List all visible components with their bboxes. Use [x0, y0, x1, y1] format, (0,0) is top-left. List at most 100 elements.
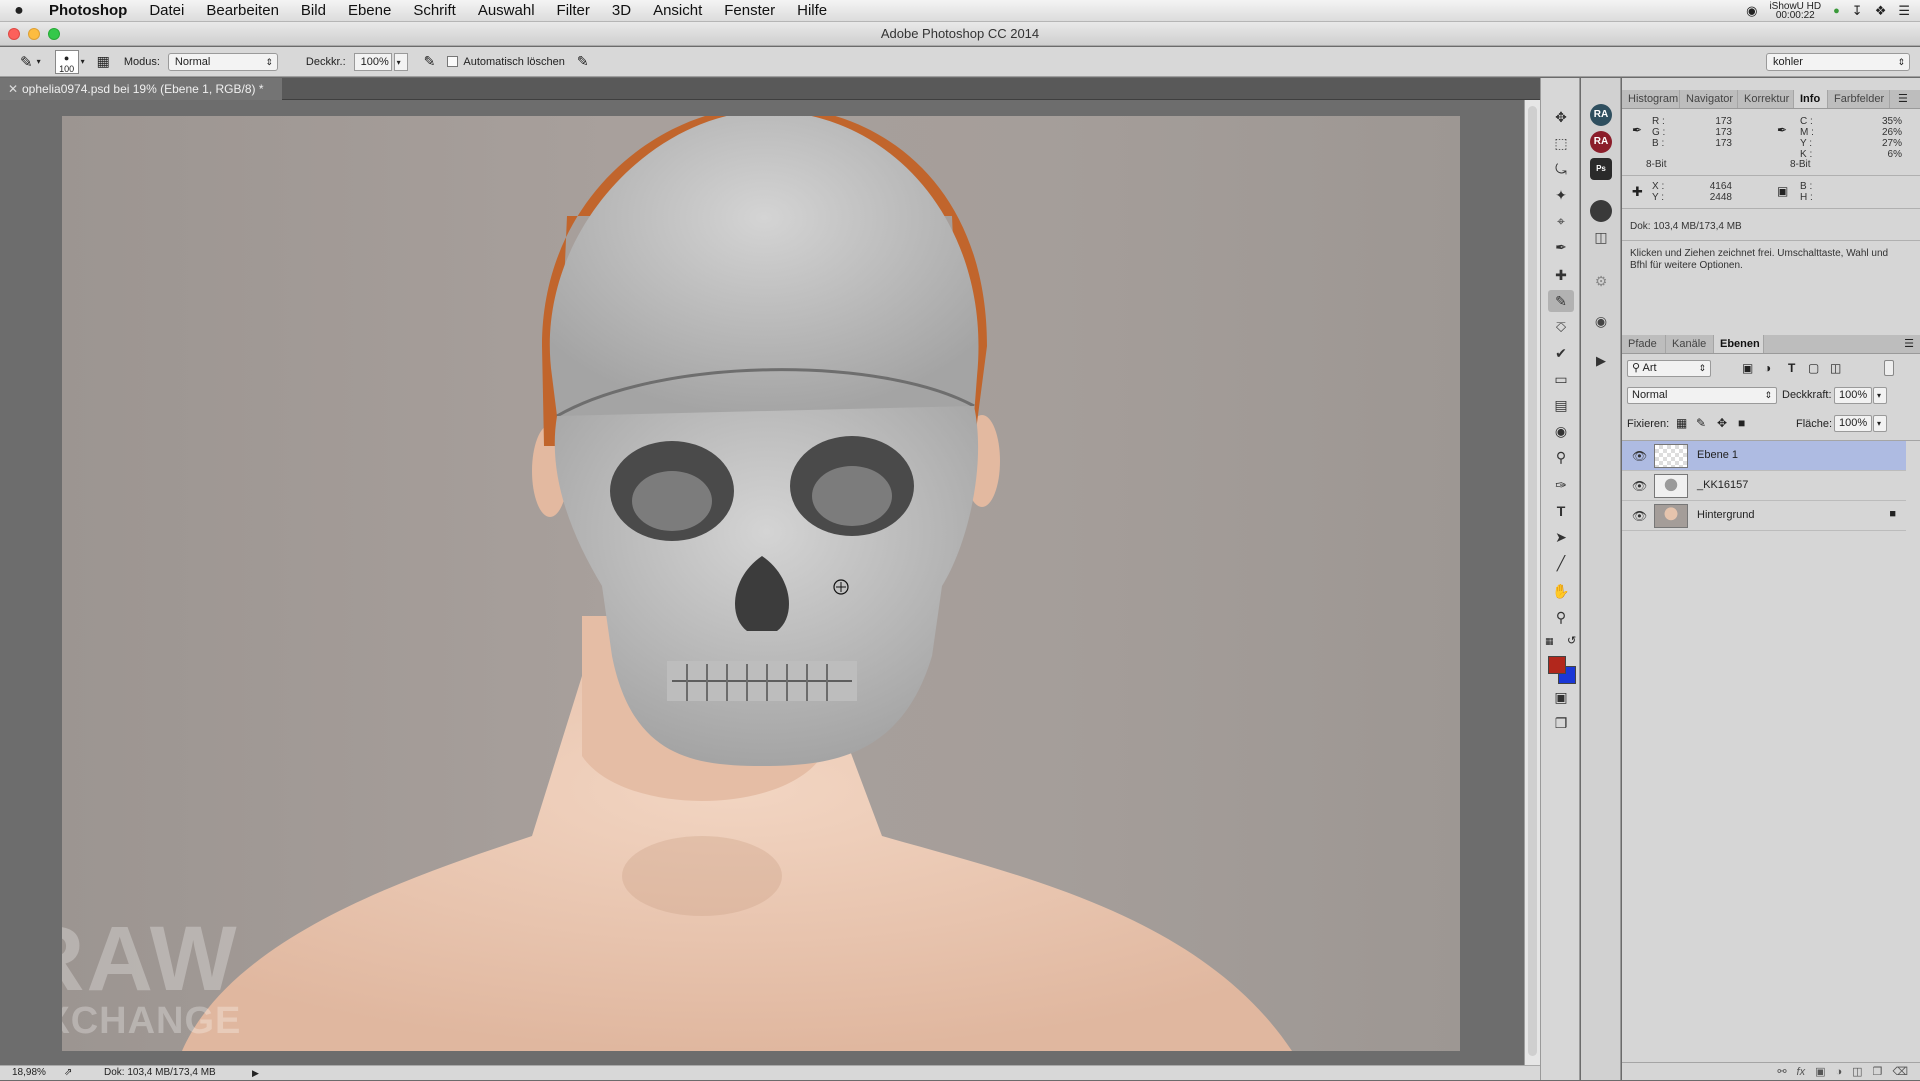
tab-korrektur[interactable]: Korrektur	[1738, 90, 1794, 108]
share-icon[interactable]: ⇗	[64, 1066, 72, 1080]
recorder-status[interactable]: iShowU HD 00:00:22	[1769, 2, 1821, 21]
tab-ebenen[interactable]: Ebenen	[1714, 335, 1764, 353]
download-icon[interactable]: ↧	[1852, 3, 1863, 19]
quick-selection-tool[interactable]: ✦	[1548, 184, 1574, 206]
adjustment-layer-icon[interactable]: ◑	[1836, 1063, 1843, 1080]
creative-cloud-library-icon[interactable]: ◉	[1590, 310, 1612, 332]
document-tab[interactable]: ✕ ophelia0974.psd bei 19% (Ebene 1, RGB/…	[0, 78, 282, 100]
healing-brush-tool[interactable]: ✚	[1548, 264, 1574, 286]
brush-size-picker[interactable]: ● 100	[54, 49, 79, 74]
photoshop-extension-icon[interactable]: Ps	[1590, 158, 1612, 180]
lock-transparency-icon[interactable]: ▦	[1676, 416, 1687, 430]
canvas-vertical-scrollbar[interactable]	[1524, 100, 1540, 1065]
gradient-tool[interactable]: ▤	[1548, 394, 1574, 416]
clone-stamp-tool[interactable]: ⎏	[1548, 316, 1574, 338]
layer-fill-dropdown[interactable]: ▾	[1873, 415, 1887, 432]
default-colors-icon[interactable]: ▦	[1545, 636, 1554, 647]
layer-filter-select[interactable]: ⚲ Art ⇕	[1627, 360, 1711, 377]
record-dot-icon[interactable]: ●	[1833, 5, 1840, 17]
history-brush-tool[interactable]: ✔	[1548, 342, 1574, 364]
preset-dropdown-icon[interactable]: ▾	[37, 57, 41, 66]
screen-mode-button[interactable]: ❐	[1548, 712, 1574, 734]
tablet-pressure-icon[interactable]: ✎	[577, 53, 589, 70]
move-tool[interactable]: ✥	[1548, 106, 1574, 128]
menu-filter[interactable]: Filter	[546, 0, 601, 22]
scrollbar-thumb[interactable]	[1528, 106, 1537, 1056]
brush-panel-toggle-icon[interactable]: ▦	[97, 53, 110, 70]
eye-icon[interactable]: 👁	[1632, 509, 1647, 523]
workspace-select[interactable]: kohler ⇕	[1766, 52, 1910, 71]
menu-ebene[interactable]: Ebene	[337, 0, 402, 22]
swap-colors-icon[interactable]: ↺	[1567, 634, 1576, 647]
tab-navigator[interactable]: Navigator	[1680, 90, 1738, 108]
creative-cloud-icon[interactable]: ◉	[1746, 3, 1757, 19]
filter-shape-icon[interactable]: ▢	[1808, 361, 1819, 375]
line-tool[interactable]: ╱	[1548, 552, 1574, 574]
menu-ansicht[interactable]: Ansicht	[642, 0, 713, 22]
lasso-tool[interactable]: ⤿	[1548, 158, 1574, 180]
hand-tool[interactable]: ✋	[1548, 580, 1574, 602]
layer-style-icon[interactable]: fx	[1797, 1063, 1806, 1080]
eye-icon[interactable]: 👁	[1632, 449, 1647, 463]
filter-toggle-icon[interactable]	[1884, 360, 1894, 376]
layer-row[interactable]: 👁 _KK16157	[1622, 471, 1906, 501]
eraser-tool[interactable]: ▭	[1548, 368, 1574, 390]
crop-tool[interactable]: ⌖	[1548, 210, 1574, 232]
tab-kanaele[interactable]: Kanäle	[1666, 335, 1714, 353]
menu-datei[interactable]: Datei	[138, 0, 195, 22]
play-actions-icon[interactable]: ▶	[1590, 350, 1612, 372]
lock-all-icon[interactable]: ■	[1738, 416, 1745, 430]
layer-opacity-dropdown[interactable]: ▾	[1873, 387, 1887, 404]
layer-opacity-field[interactable]: 100%	[1834, 387, 1872, 404]
zoom-window-button[interactable]	[48, 28, 60, 40]
opacity-field[interactable]: 100%	[353, 52, 392, 71]
filter-smartobject-icon[interactable]: ◫	[1830, 361, 1841, 375]
path-selection-tool[interactable]: ➤	[1548, 526, 1574, 548]
zoom-level[interactable]: 18,98%	[12, 1066, 46, 1080]
marquee-tool[interactable]: ⬚	[1548, 132, 1574, 154]
menu-hilfe[interactable]: Hilfe	[786, 0, 838, 22]
eyedropper-tool[interactable]: ✒	[1548, 236, 1574, 258]
menu-bild[interactable]: Bild	[290, 0, 337, 22]
tab-farbfelder[interactable]: Farbfelder	[1828, 90, 1890, 108]
lock-pixels-icon[interactable]: ✎	[1696, 416, 1706, 430]
menu-auswahl[interactable]: Auswahl	[467, 0, 546, 22]
tab-info[interactable]: Info	[1794, 90, 1828, 108]
status-menu-arrow-icon[interactable]: ▶	[252, 1066, 259, 1080]
apple-menu-icon[interactable]: ●	[0, 2, 38, 20]
minimize-window-button[interactable]	[28, 28, 40, 40]
blend-mode-select[interactable]: Normal ⇕	[1627, 387, 1777, 404]
panel-menu-icon[interactable]: ☰	[1890, 90, 1908, 108]
layer-row[interactable]: 👁 Ebene 1	[1622, 441, 1906, 471]
close-window-button[interactable]	[8, 28, 20, 40]
trash-icon[interactable]: ⌫	[1892, 1063, 1908, 1080]
blur-tool[interactable]: ◉	[1548, 420, 1574, 442]
menu-3d[interactable]: 3D	[601, 0, 642, 22]
auto-erase-checkbox[interactable]	[447, 56, 459, 67]
menu-fenster[interactable]: Fenster	[713, 0, 786, 22]
pen-tool[interactable]: ✑	[1548, 474, 1574, 496]
layer-fill-field[interactable]: 100%	[1834, 415, 1872, 432]
new-group-icon[interactable]: ◫	[1852, 1063, 1862, 1080]
eye-icon[interactable]: 👁	[1632, 479, 1647, 493]
close-tab-icon[interactable]: ✕	[8, 78, 18, 100]
adjust-icon[interactable]: ⚙	[1590, 270, 1612, 292]
tab-histogram[interactable]: Histogram	[1622, 90, 1680, 108]
dropbox-icon[interactable]: ❖	[1875, 3, 1887, 19]
color-sphere-icon[interactable]	[1590, 200, 1612, 222]
menu-bearbeiten[interactable]: Bearbeiten	[195, 0, 290, 22]
brush-size-dropdown-icon[interactable]: ▾	[81, 57, 85, 66]
ra-plugin-icon[interactable]: RA	[1590, 104, 1612, 126]
toolbox-icon[interactable]: ◫	[1590, 226, 1612, 248]
layers-panel-menu-icon[interactable]: ☰	[1904, 335, 1920, 353]
menu-extra-icon[interactable]: ☰	[1898, 3, 1910, 19]
mode-select[interactable]: Normal ⇕	[167, 52, 278, 71]
brush-tool[interactable]: ✎	[1548, 290, 1574, 312]
filter-pixel-icon[interactable]: ▣	[1742, 361, 1753, 375]
layer-row[interactable]: 👁 Hintergrund ■	[1622, 501, 1906, 531]
new-layer-icon[interactable]: ❐	[1873, 1063, 1883, 1080]
brush-tool-preset-icon[interactable]: ✎	[20, 53, 33, 71]
foreground-color-swatch[interactable]	[1548, 656, 1566, 674]
menu-app[interactable]: Photoshop	[38, 0, 138, 22]
filter-type-icon[interactable]: T	[1788, 361, 1795, 375]
